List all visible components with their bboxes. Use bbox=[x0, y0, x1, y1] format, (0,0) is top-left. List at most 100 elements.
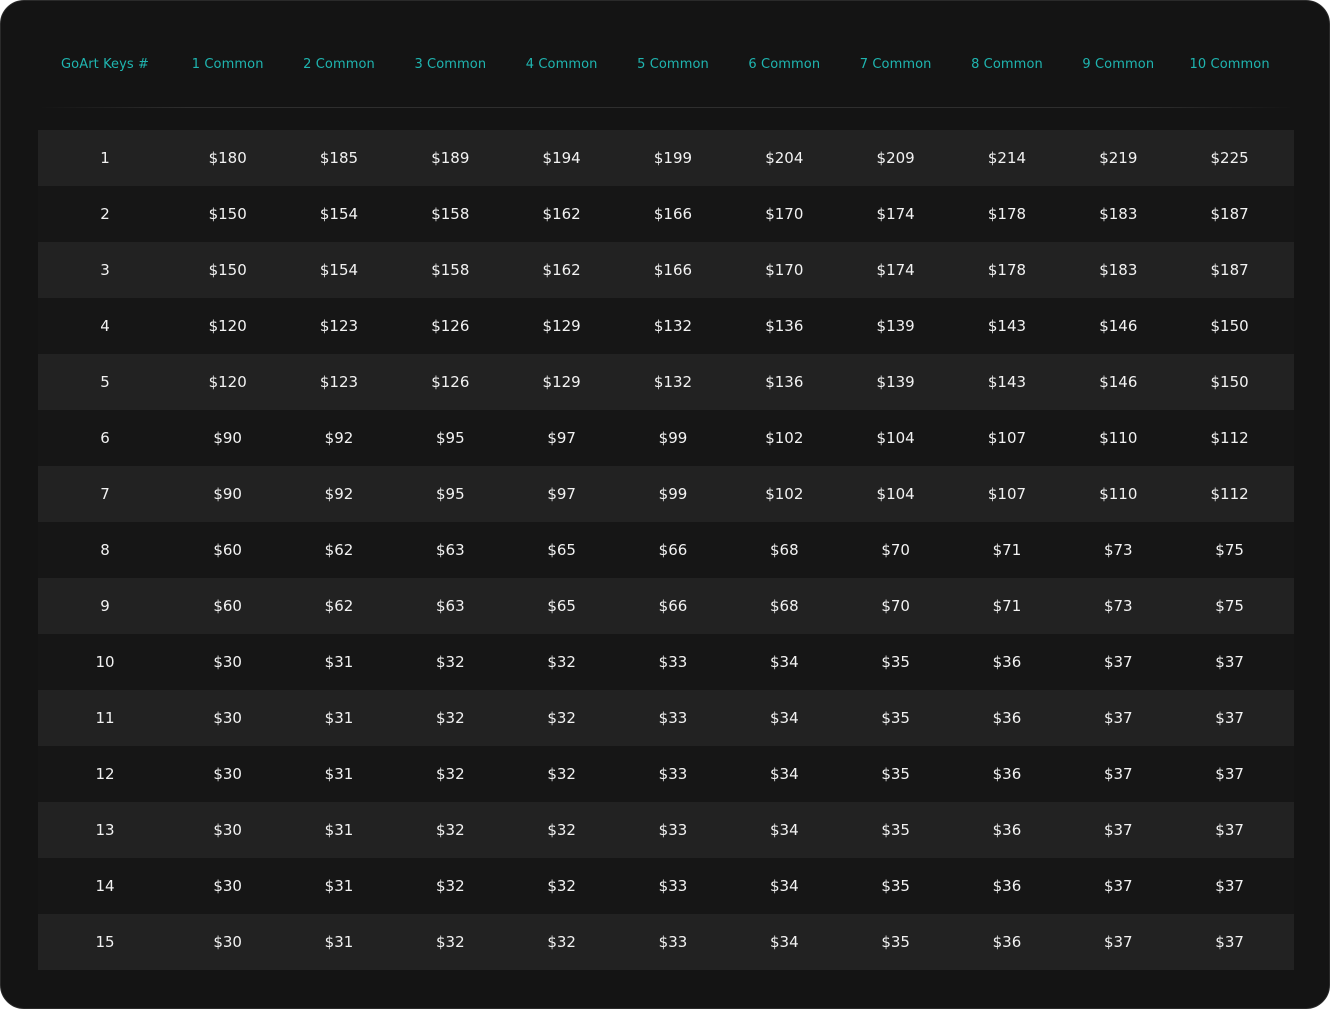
price-cell: $37 bbox=[1103, 821, 1133, 839]
price-cell: $107 bbox=[987, 485, 1027, 503]
price-cell: $158 bbox=[431, 205, 470, 223]
price-cell: $174 bbox=[876, 205, 915, 223]
price-cell: $97 bbox=[547, 485, 576, 503]
price-cell: $36 bbox=[992, 877, 1022, 895]
price-cell: $214 bbox=[987, 149, 1027, 167]
price-cell: $63 bbox=[436, 597, 465, 615]
row-key-count: 9 bbox=[100, 597, 110, 615]
price-cell: $32 bbox=[436, 933, 465, 951]
table-body: 1 $180 $185 $189 $194 $199 $204 $209 $214 $219 $22… bbox=[38, 130, 1294, 970]
price-cell: $75 bbox=[1215, 597, 1244, 615]
price-cell: $143 bbox=[987, 373, 1027, 391]
table-row: 1 $180 $185 $189 $194 $199 $204 $209 $214 $219 $22… bbox=[38, 130, 1294, 186]
price-cell: $139 bbox=[876, 317, 915, 335]
price-cell: $32 bbox=[547, 877, 576, 895]
price-cell: $65 bbox=[547, 541, 576, 559]
price-cell: $104 bbox=[876, 485, 915, 503]
price-cell: $150 bbox=[1210, 373, 1249, 391]
price-cell: $32 bbox=[547, 821, 576, 839]
column-header-10-common: 10 Common bbox=[1189, 56, 1270, 72]
price-cell: $154 bbox=[319, 205, 359, 223]
price-cell: $36 bbox=[992, 821, 1022, 839]
price-cell: $126 bbox=[431, 317, 470, 335]
price-cell: $132 bbox=[653, 373, 693, 391]
price-cell: $36 bbox=[992, 653, 1022, 671]
price-cell: $60 bbox=[213, 597, 242, 615]
price-cell: $139 bbox=[876, 373, 915, 391]
price-cell: $73 bbox=[1103, 597, 1133, 615]
price-cell: $189 bbox=[431, 149, 470, 167]
price-cell: $37 bbox=[1103, 765, 1133, 783]
price-cell: $150 bbox=[208, 261, 247, 279]
price-cell: $35 bbox=[881, 877, 910, 895]
price-cell: $66 bbox=[658, 597, 688, 615]
row-key-count: 13 bbox=[95, 821, 115, 839]
price-cell: $174 bbox=[876, 261, 915, 279]
price-cell: $35 bbox=[881, 765, 910, 783]
price-cell: $110 bbox=[1099, 429, 1138, 447]
price-cell: $90 bbox=[213, 485, 242, 503]
price-cell: $37 bbox=[1103, 933, 1133, 951]
price-cell: $194 bbox=[542, 149, 581, 167]
row-key-count: 7 bbox=[100, 485, 110, 503]
price-cell: $35 bbox=[881, 709, 910, 727]
price-cell: $120 bbox=[208, 317, 247, 335]
price-cell: $123 bbox=[319, 373, 359, 391]
price-cell: $183 bbox=[1099, 261, 1138, 279]
column-header-7-common: 7 Common bbox=[859, 56, 932, 72]
pricing-panel: GoArt Keys # 1 Common 2 Common 3 Common 4 Co… bbox=[0, 0, 1330, 1009]
price-cell: $112 bbox=[1210, 485, 1249, 503]
price-cell: $146 bbox=[1099, 373, 1138, 391]
price-cell: $34 bbox=[769, 653, 799, 671]
price-cell: $33 bbox=[658, 821, 688, 839]
price-cell: $180 bbox=[208, 149, 247, 167]
price-cell: $225 bbox=[1210, 149, 1249, 167]
price-cell: $31 bbox=[324, 821, 354, 839]
price-cell: $30 bbox=[213, 933, 242, 951]
price-cell: $33 bbox=[658, 653, 688, 671]
row-key-count: 5 bbox=[100, 373, 110, 391]
table-row: 12 $30 $31 $32 $32 $33 $34 $35 $36 $37 $37 bbox=[38, 746, 1294, 802]
price-cell: $37 bbox=[1103, 709, 1133, 727]
price-cell: $219 bbox=[1099, 149, 1138, 167]
price-cell: $36 bbox=[992, 765, 1022, 783]
price-cell: $178 bbox=[987, 261, 1027, 279]
price-cell: $33 bbox=[658, 933, 688, 951]
row-key-count: 6 bbox=[100, 429, 110, 447]
table-row: 9 $60 $62 $63 $65 $66 $68 $70 $71 $73 $75 bbox=[38, 578, 1294, 634]
price-cell: $37 bbox=[1103, 653, 1133, 671]
price-cell: $95 bbox=[436, 485, 465, 503]
row-key-count: 2 bbox=[100, 205, 110, 223]
column-header-8-common: 8 Common bbox=[971, 56, 1043, 72]
price-cell: $32 bbox=[436, 653, 465, 671]
price-cell: $37 bbox=[1215, 653, 1244, 671]
price-cell: $68 bbox=[769, 541, 799, 559]
price-cell: $35 bbox=[881, 821, 910, 839]
header-divider bbox=[38, 107, 1294, 108]
price-cell: $37 bbox=[1215, 821, 1244, 839]
price-cell: $73 bbox=[1103, 541, 1133, 559]
price-cell: $71 bbox=[992, 541, 1022, 559]
pricing-table: GoArt Keys # 1 Common 2 Common 3 Common 4 Co… bbox=[38, 34, 1294, 970]
price-cell: $71 bbox=[992, 597, 1022, 615]
column-header-2-common: 2 Common bbox=[303, 56, 375, 72]
price-cell: $92 bbox=[324, 485, 354, 503]
table-row: 10 $30 $31 $32 $32 $33 $34 $35 $36 $37 $37 bbox=[38, 634, 1294, 690]
row-key-count: 4 bbox=[100, 317, 110, 335]
table-row: 2 $150 $154 $158 $162 $166 $170 $174 $178 $183 $18… bbox=[38, 186, 1294, 242]
price-cell: $33 bbox=[658, 877, 688, 895]
price-cell: $65 bbox=[547, 597, 576, 615]
price-cell: $123 bbox=[319, 317, 359, 335]
price-cell: $162 bbox=[542, 205, 581, 223]
price-cell: $95 bbox=[436, 429, 465, 447]
price-cell: $178 bbox=[987, 205, 1027, 223]
price-cell: $185 bbox=[319, 149, 359, 167]
row-key-count: 10 bbox=[95, 653, 115, 671]
price-cell: $209 bbox=[876, 149, 915, 167]
price-cell: $34 bbox=[769, 821, 799, 839]
price-cell: $63 bbox=[436, 541, 465, 559]
price-cell: $62 bbox=[324, 597, 354, 615]
price-cell: $204 bbox=[765, 149, 804, 167]
table-row: 4 $120 $123 $126 $129 $132 $136 $139 $143 $146 $15… bbox=[38, 298, 1294, 354]
price-cell: $146 bbox=[1099, 317, 1138, 335]
